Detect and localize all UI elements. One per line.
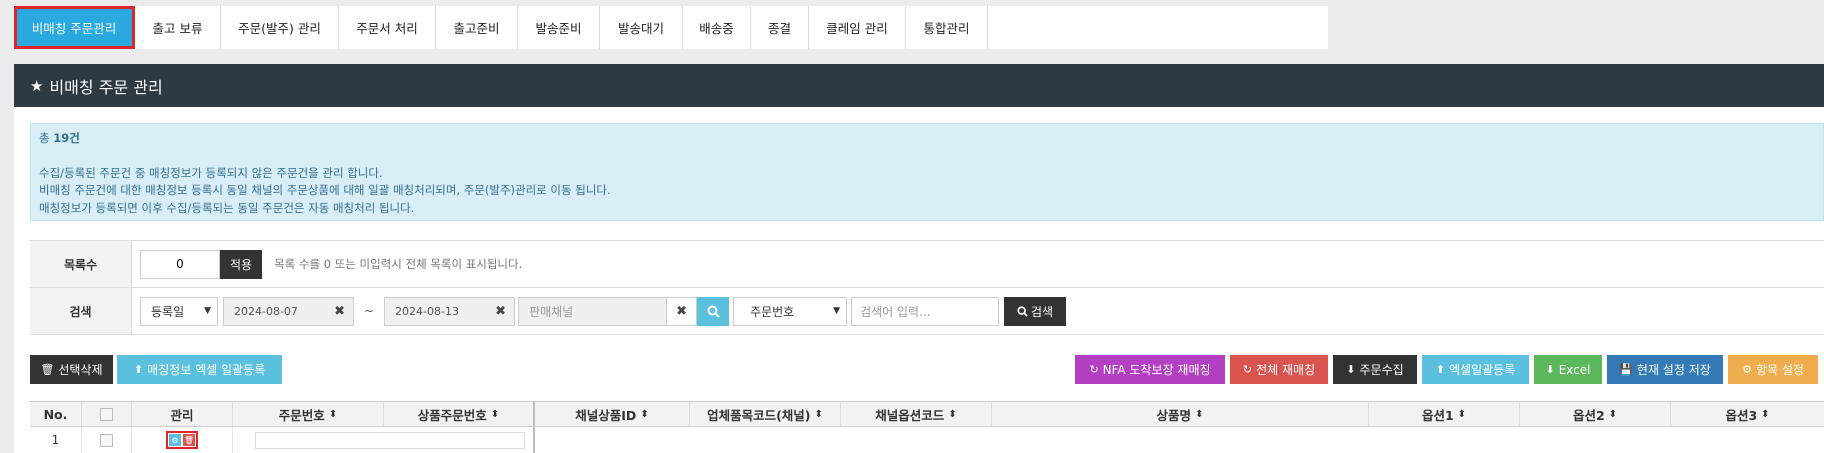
download-icon: ⬇ [1346,363,1356,376]
date-from-input[interactable]: 2024-08-07 ✖ [223,296,354,326]
total-count: 총 19건 [39,131,80,145]
search-label: 검색 [30,288,132,334]
tab-shipping-wait[interactable]: 발송대기 [600,6,683,49]
info-line: 매칭정보가 등록되면 이후 수집/등록되는 동일 주문건은 자동 매칭처리 됩니… [39,200,415,215]
col-manage: 관리 [132,402,233,426]
excel-bulk-register-button[interactable]: ⬆ 엑셀일괄등록 [1422,355,1529,384]
tab-order-management[interactable]: 주문(발주) 관리 [221,6,339,49]
date-to-input[interactable]: 2024-08-13 ✖ [384,296,516,326]
trash-icon: 🗑 [40,363,55,376]
chevron-down-icon: ▼ [833,306,841,316]
chevron-down-icon: ▼ [204,306,211,316]
col-channel-product-id[interactable]: 채널상품ID ⬍ [535,402,690,426]
list-count-label: 목록수 [30,241,132,287]
column-settings-button[interactable]: ⚙ 항목 설정 [1728,355,1818,384]
panel-header: ★ 비매칭 주문 관리 [14,64,1824,107]
tab-order-processing[interactable]: 주문서 처리 [339,6,436,49]
save-settings-button[interactable]: 💾 현재 설정 저장 [1607,355,1723,384]
tab-shipping-prep[interactable]: 발송준비 [518,6,600,49]
download-icon: ⬇ [1545,363,1555,376]
panel-title: 비매칭 주문 관리 [49,77,163,97]
sort-icon: ⬍ [1457,408,1467,420]
excel-download-button[interactable]: ⬇ Excel [1534,355,1602,384]
search-icon [1017,305,1028,317]
date-type-select[interactable]: 등록일 ▼ [140,296,218,326]
all-rematch-button[interactable]: ↻ 전체 재매칭 [1230,355,1328,384]
list-count-input[interactable] [140,249,220,279]
sort-icon: ⬍ [1195,408,1204,420]
edit-gear-icon[interactable]: ⚙ [169,434,181,446]
sort-icon: ⬍ [640,408,649,420]
channel-clear-button[interactable]: ✖ [667,296,698,326]
search-form: 목록수 적용 목록 수를 0 또는 미입력시 전체 목록이 표시됩니다. 검색 … [30,240,1824,335]
search-field-select[interactable]: 주문번호 ▼ [733,296,848,326]
delete-trash-icon[interactable]: 🗑 [183,434,195,446]
col-option3[interactable]: 옵션3 ⬍ [1671,402,1824,426]
clear-icon[interactable]: ✖ [334,304,345,319]
col-option1[interactable]: 옵션1 ⬍ [1369,402,1520,426]
apply-button[interactable]: 적용 [220,249,263,279]
save-icon: 💾 [1619,363,1633,376]
info-box: 총 19건 수집/등록된 주문건 중 매칭정보가 등록되지 않은 주문건을 관리… [30,123,1824,221]
bulk-match-excel-button[interactable]: ⬆ 매칭정보 엑셀 일괄등록 [117,355,282,384]
search-icon [707,305,720,318]
row-checkbox[interactable] [100,433,113,447]
row-checkbox-cell[interactable] [82,427,132,453]
search-button[interactable]: 검색 [1004,296,1067,326]
tab-claim-management[interactable]: 클레임 관리 [809,6,906,49]
search-row: 검색 등록일 ▼ 2024-08-07 ✖ ~ 2024-08-13 ✖ 판매채널 ✖… [30,288,1824,335]
star-icon: ★ [30,76,44,95]
tab-closed[interactable]: 종결 [751,6,809,49]
sort-icon: ⬍ [948,408,957,420]
col-vendor-item-code[interactable]: 업체품목코드(채널) ⬍ [690,402,841,426]
info-line: 수집/등록된 주문건 중 매칭정보가 등록되지 않은 주문건을 관리 합니다. [39,165,383,180]
action-bar: 🗑 선택삭제 ⬆ 매칭정보 엑셀 일괄등록 ↻ NFA 도착보장 재매칭 ↻ 전체 재매… [30,355,1824,384]
row-no: 1 [30,427,82,453]
tab-unmatched-orders[interactable]: 비매칭 주문관리 [14,6,135,49]
col-select-all[interactable] [82,402,132,426]
col-channel-option-code[interactable]: 채널옵션코드 ⬍ [841,402,992,426]
info-line: 비매칭 주문건에 대한 매칭정보 등록시 동일 채널의 주문상품에 대해 일괄 … [39,183,611,197]
sort-icon: ⬍ [814,408,823,420]
channel-input[interactable]: 판매채널 [518,296,668,326]
gear-icon: ⚙ [1742,363,1752,376]
channel-search-button[interactable] [697,296,730,326]
col-order-no[interactable]: 주문번호 ⬍ [233,402,384,426]
tab-in-delivery[interactable]: 배송중 [683,6,751,49]
sort-icon: ⬍ [490,408,500,420]
tab-shipment-hold[interactable]: 출고 보류 [135,6,221,49]
list-count-row: 목록수 적용 목록 수를 0 또는 미입력시 전체 목록이 표시됩니다. [30,241,1824,288]
col-product-order-no[interactable]: 상품주문번호 ⬍ [384,402,535,426]
row-manage-buttons: ⚙ 🗑 [166,431,198,449]
refresh-icon: ↻ [1242,363,1253,376]
upload-icon: ⬆ [1435,363,1445,376]
sort-icon: ⬍ [1761,408,1770,420]
col-no: No. [30,402,82,426]
row-manage-cell: ⚙ 🗑 [132,427,233,453]
tab-release-prep[interactable]: 출고준비 [436,6,518,49]
row-rest [535,427,1824,453]
order-no-input[interactable] [255,431,525,449]
clear-icon[interactable]: ✖ [495,304,506,319]
select-all-checkbox[interactable] [100,407,113,421]
col-option2[interactable]: 옵션2 ⬍ [1520,402,1671,426]
date-separator: ~ [364,304,375,318]
upload-icon: ⬆ [133,363,144,376]
table-row: 1 ⚙ 🗑 [30,427,1824,453]
nfa-rematch-button[interactable]: ↻ NFA 도착보장 재매칭 [1075,355,1225,384]
tab-bar: 비매칭 주문관리 출고 보류 주문(발주) 관리 주문서 처리 출고준비 발송준… [14,6,1328,49]
list-count-hint: 목록 수를 0 또는 미입력시 전체 목록이 표시됩니다. [274,257,523,271]
collect-orders-button[interactable]: ⬇ 주문수집 [1333,355,1417,384]
keyword-input[interactable]: 검색어 입력... [851,296,1000,326]
tab-integrated-management[interactable]: 통합관리 [906,6,988,49]
refresh-icon: ↻ [1089,363,1099,376]
row-order-cells [233,427,535,453]
sort-icon: ⬍ [1608,408,1618,420]
table-header: No. 관리 주문번호 ⬍ 상품주문번호 ⬍ 채널상품ID ⬍ 업체품목코드(채널) ⬍… [30,401,1824,427]
col-product-name[interactable]: 상품명 ⬍ [992,402,1369,426]
clear-icon: ✖ [676,303,688,319]
delete-selected-button[interactable]: 🗑 선택삭제 [30,355,113,384]
sort-icon: ⬍ [328,408,338,420]
